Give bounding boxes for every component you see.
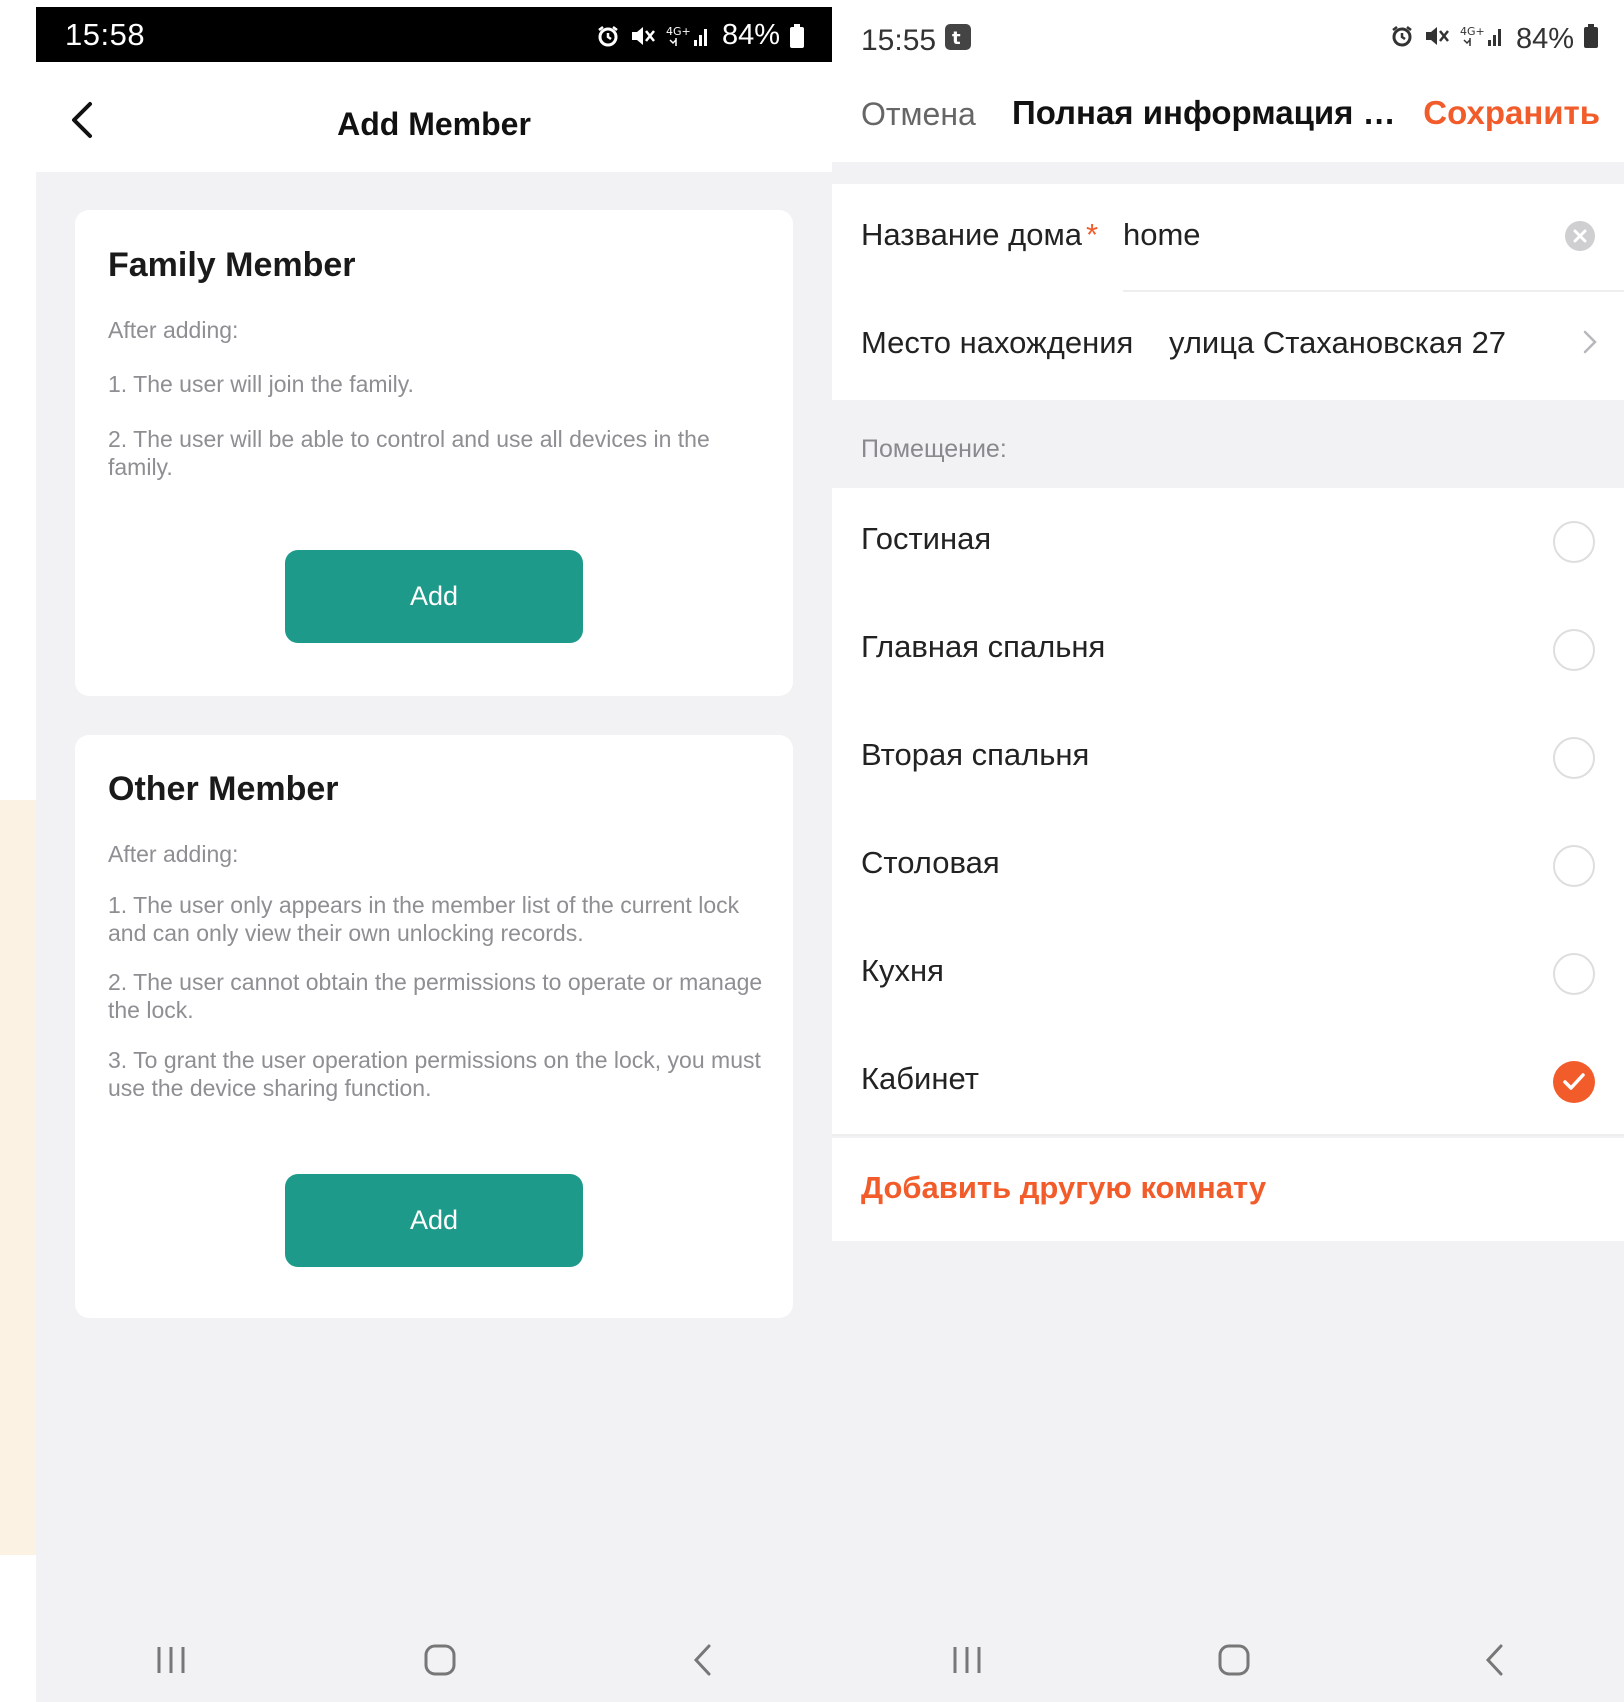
room-radio[interactable] bbox=[1553, 737, 1595, 779]
status-icons: 4G+ 84% bbox=[1390, 23, 1598, 56]
home-name-label: Название дома * bbox=[861, 217, 1098, 253]
rooms-section-label: Помещение: bbox=[861, 435, 1007, 463]
family-member-card: Family Member After adding: 1. The user … bbox=[75, 210, 793, 696]
back-icon[interactable] bbox=[1483, 1643, 1507, 1677]
home-name-row: Название дома * home bbox=[832, 184, 1624, 292]
svg-text:4G+: 4G+ bbox=[666, 25, 691, 38]
background-strip bbox=[0, 800, 36, 1555]
recents-icon[interactable] bbox=[153, 1645, 189, 1675]
location-label: Место нахождения bbox=[861, 325, 1134, 360]
add-other-member-button[interactable]: Add bbox=[285, 1174, 583, 1267]
recents-icon[interactable] bbox=[949, 1645, 985, 1675]
page-title: Add Member bbox=[337, 106, 531, 142]
card-title: Other Member bbox=[108, 770, 339, 808]
home-details-group: Название дома * home Место нахождения ули… bbox=[832, 184, 1624, 400]
signal-4g-icon: 4G+ bbox=[666, 24, 712, 48]
save-button[interactable]: Сохранить bbox=[1423, 94, 1600, 132]
room-radio[interactable] bbox=[1553, 521, 1595, 563]
room-name: Вторая спальня bbox=[861, 737, 1090, 772]
location-row[interactable]: Место нахождения улица Стахановская 27 bbox=[832, 292, 1624, 400]
mute-icon bbox=[1424, 23, 1450, 56]
home-info-screen: 15:55 t 4G+ 84% Отмена Полная информация… bbox=[832, 7, 1624, 1702]
status-icons: 4G+ 84% bbox=[596, 19, 804, 52]
signal-4g-icon: 4G+ bbox=[1460, 23, 1506, 56]
battery-icon bbox=[790, 23, 804, 48]
divider bbox=[832, 1134, 1624, 1136]
room-name: Кабинет bbox=[861, 1061, 979, 1096]
room-radio[interactable] bbox=[1553, 845, 1595, 887]
room-row[interactable]: Кабинет bbox=[832, 1028, 1624, 1136]
room-name: Главная спальня bbox=[861, 629, 1106, 664]
add-family-member-button[interactable]: Add bbox=[285, 550, 583, 643]
navigation-header: Отмена Полная информация о... Сохранить bbox=[832, 62, 1624, 162]
card-item: 1. The user will join the family. bbox=[108, 371, 414, 397]
home-icon[interactable] bbox=[1218, 1644, 1250, 1676]
card-title: Family Member bbox=[108, 246, 356, 284]
card-intro: After adding: bbox=[108, 317, 239, 343]
add-room-button[interactable]: Добавить другую комнату bbox=[861, 1170, 1266, 1206]
home-icon[interactable] bbox=[424, 1644, 456, 1676]
home-name-label-text: Название дома bbox=[861, 217, 1083, 252]
system-navigation-bar bbox=[36, 1617, 832, 1702]
rooms-list: Гостиная Главная спальня Вторая спальня … bbox=[832, 488, 1624, 1136]
battery-percent: 84% bbox=[1515, 23, 1574, 55]
chevron-right-icon bbox=[1582, 328, 1598, 361]
home-name-input[interactable]: home bbox=[1123, 217, 1201, 253]
required-mark: * bbox=[1086, 217, 1099, 252]
alarm-icon bbox=[596, 24, 620, 48]
status-time: 15:55 bbox=[861, 24, 937, 57]
battery-icon bbox=[1584, 23, 1598, 56]
card-item: 2. The user will be able to control and … bbox=[108, 426, 710, 480]
svg-text:t: t bbox=[952, 28, 961, 49]
cancel-button[interactable]: Отмена bbox=[861, 96, 976, 133]
add-room-group: Добавить другую комнату bbox=[832, 1138, 1624, 1241]
room-row[interactable]: Столовая bbox=[832, 812, 1624, 920]
svg-text:4G+: 4G+ bbox=[1460, 25, 1485, 38]
room-radio[interactable] bbox=[1553, 629, 1595, 671]
room-radio[interactable] bbox=[1553, 953, 1595, 995]
notification-app-icon: t bbox=[944, 23, 972, 59]
back-icon[interactable] bbox=[691, 1643, 715, 1677]
room-name: Столовая bbox=[861, 845, 1000, 880]
status-time: 15:58 bbox=[65, 17, 146, 52]
room-name: Гостиная bbox=[861, 521, 992, 556]
room-name: Кухня bbox=[861, 953, 944, 988]
clear-icon[interactable] bbox=[1564, 220, 1596, 257]
room-row[interactable]: Вторая спальня bbox=[832, 704, 1624, 812]
room-row[interactable]: Главная спальня bbox=[832, 596, 1624, 704]
battery-percent: 84% bbox=[721, 19, 780, 51]
room-row[interactable]: Кухня bbox=[832, 920, 1624, 1028]
room-row[interactable]: Гостиная bbox=[832, 488, 1624, 596]
checkmark-icon bbox=[1563, 1073, 1585, 1090]
card-item: 3. To grant the user operation permissio… bbox=[108, 1047, 761, 1101]
location-value: улица Стахановская 27 bbox=[1169, 325, 1507, 360]
screenshot-canvas: 15:58 4G+ 84% Add Member Family Member A… bbox=[0, 0, 1624, 1702]
add-member-screen: 15:58 4G+ 84% Add Member Family Member A… bbox=[36, 7, 832, 1702]
alarm-icon bbox=[1390, 23, 1414, 56]
room-radio-checked[interactable] bbox=[1553, 1061, 1595, 1103]
status-time-group: 15:55 t bbox=[861, 23, 972, 59]
card-item: 1. The user only appears in the member l… bbox=[108, 892, 740, 946]
navigation-header: Add Member bbox=[36, 62, 832, 172]
status-bar: 15:58 4G+ 84% bbox=[36, 7, 832, 62]
card-item: 2. The user cannot obtain the permission… bbox=[108, 969, 763, 1023]
other-member-card: Other Member After adding: 1. The user o… bbox=[75, 735, 793, 1318]
card-intro: After adding: bbox=[108, 841, 239, 867]
system-navigation-bar bbox=[832, 1617, 1624, 1702]
page-title: Полная информация о... bbox=[1012, 94, 1407, 131]
mute-icon bbox=[630, 24, 656, 48]
